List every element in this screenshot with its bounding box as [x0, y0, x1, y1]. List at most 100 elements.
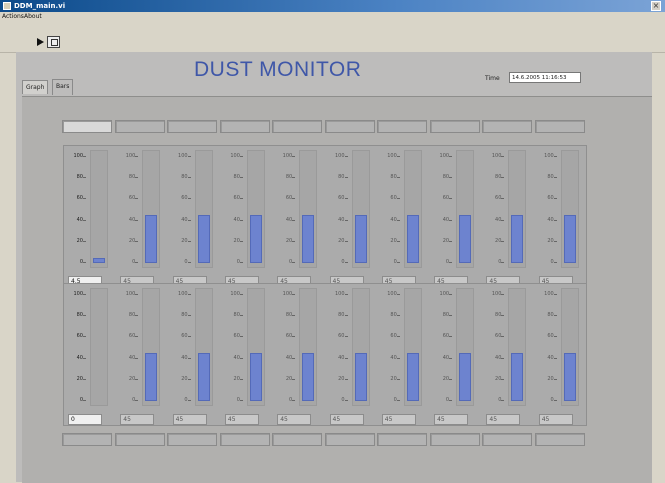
bar-fill [302, 215, 315, 263]
tab-graph[interactable]: Graph [22, 80, 49, 94]
value-display[interactable]: 45 [329, 414, 364, 425]
gauge-scale: 100 80 60 40 20 0 [330, 150, 350, 268]
scale-tick [344, 262, 348, 263]
scale-tick [83, 240, 86, 242]
tab-bars[interactable]: Bars [52, 79, 74, 95]
scale-label: 100 [230, 153, 240, 159]
scale-tick [553, 219, 557, 221]
scale-tick [292, 378, 296, 380]
status-indicator [482, 433, 532, 446]
menu-actions[interactable]: Actions [2, 12, 24, 22]
scale-label: 80 [495, 312, 502, 319]
scale-label: 80 [128, 174, 136, 181]
gauge-scale: 100 80 60 40 20 0 [434, 150, 454, 268]
status-indicator [377, 433, 427, 446]
value-display[interactable]: 45 [434, 414, 469, 425]
scale-tick [553, 378, 557, 380]
value-display[interactable]: 45 [172, 414, 207, 425]
scale-tick [449, 357, 453, 359]
value-display[interactable]: 45 [277, 414, 312, 425]
scale-tick [501, 400, 505, 401]
scale-tick [187, 262, 191, 263]
gauge-scale: 100 80 60 40 20 0 [120, 288, 140, 406]
close-icon[interactable]: × [651, 1, 661, 11]
scale-label: 80 [76, 312, 83, 319]
scale-tick [292, 219, 296, 221]
scale-tick [396, 219, 400, 221]
value-display[interactable]: 0 [68, 414, 102, 425]
scale-tick [396, 400, 400, 401]
scale-label: 0 [236, 259, 240, 265]
gauge-scale: 100 80 60 40 20 0 [382, 288, 402, 406]
window-title: DDM_main.vi [14, 2, 66, 10]
value-display[interactable]: 45 [224, 414, 259, 425]
scale-tick [344, 177, 348, 179]
bar-gauge: 100 80 60 40 20 0 45 [224, 288, 275, 425]
bar-track [560, 150, 579, 268]
stop-icon[interactable] [47, 36, 60, 48]
run-arrow-icon[interactable] [37, 38, 44, 46]
bar-fill [511, 215, 524, 263]
scale-tick [501, 378, 505, 380]
value-display[interactable]: 45 [486, 414, 521, 425]
scale-tick [83, 336, 86, 338]
scale-label: 40 [233, 354, 240, 361]
scale-label: 80 [128, 312, 136, 319]
bar-panel-row-2: 100 80 60 40 20 0 0 100 80 60 40 20 0 45 100 80 60 40 20 0 4… [63, 283, 587, 426]
scale-label: 60 [442, 195, 450, 202]
bar-gauge: 100 80 60 40 20 0 45 [434, 288, 484, 425]
bar-track [246, 150, 265, 268]
scale-tick [187, 357, 191, 359]
scale-tick [501, 156, 505, 157]
bar-fill [197, 215, 210, 263]
scale-label: 40 [76, 354, 83, 361]
scale-tick [501, 198, 505, 200]
status-indicator [324, 120, 375, 133]
scale-label: 100 [125, 153, 136, 159]
scale-label: 80 [495, 174, 502, 181]
status-indicator [62, 433, 112, 446]
scale-tick [344, 219, 348, 221]
scale-label: 80 [181, 312, 188, 319]
top-indicator-row [62, 120, 587, 134]
scale-tick [449, 198, 453, 200]
scale-label: 60 [233, 195, 240, 202]
scale-tick [501, 336, 505, 338]
scale-label: 100 [387, 291, 397, 297]
bar-fill [249, 215, 262, 263]
status-indicator [219, 433, 270, 446]
scale-label: 40 [390, 354, 397, 361]
scale-label: 80 [390, 174, 397, 181]
scale-label: 100 [387, 153, 397, 159]
scale-tick [344, 336, 348, 338]
bar-track [194, 288, 213, 406]
scale-tick [187, 177, 191, 179]
status-indicator [534, 433, 585, 446]
scale-label: 40 [285, 216, 293, 223]
bar-gauge: 100 80 60 40 20 0 45 [172, 288, 223, 425]
scale-label: 20 [285, 375, 293, 382]
value-display[interactable]: 45 [120, 414, 155, 425]
gauge-scale: 100 80 60 40 20 0 [173, 288, 193, 406]
bar-gauge: 100 80 60 40 20 0 45 [172, 150, 223, 287]
menu-about[interactable]: About [24, 12, 42, 22]
scale-tick [396, 177, 400, 179]
bar-track [142, 150, 161, 268]
scale-label: 100 [439, 153, 450, 159]
bar-fill [145, 215, 158, 263]
value-display[interactable]: 45 [381, 414, 416, 425]
scale-label: 60 [338, 333, 345, 340]
scale-label: 40 [495, 216, 502, 223]
scale-tick [396, 378, 400, 380]
bar-gauge: 100 80 60 40 20 0 45 [120, 288, 170, 425]
bar-track [508, 288, 527, 406]
value-display[interactable]: 45 [538, 414, 573, 425]
bar-fill [563, 353, 576, 401]
scale-tick [344, 156, 348, 157]
scale-tick [396, 240, 400, 242]
scale-label: 40 [495, 354, 502, 361]
scale-tick [239, 156, 243, 157]
scale-label: 0 [79, 259, 83, 265]
scale-tick [396, 357, 400, 359]
scale-tick [449, 240, 453, 242]
